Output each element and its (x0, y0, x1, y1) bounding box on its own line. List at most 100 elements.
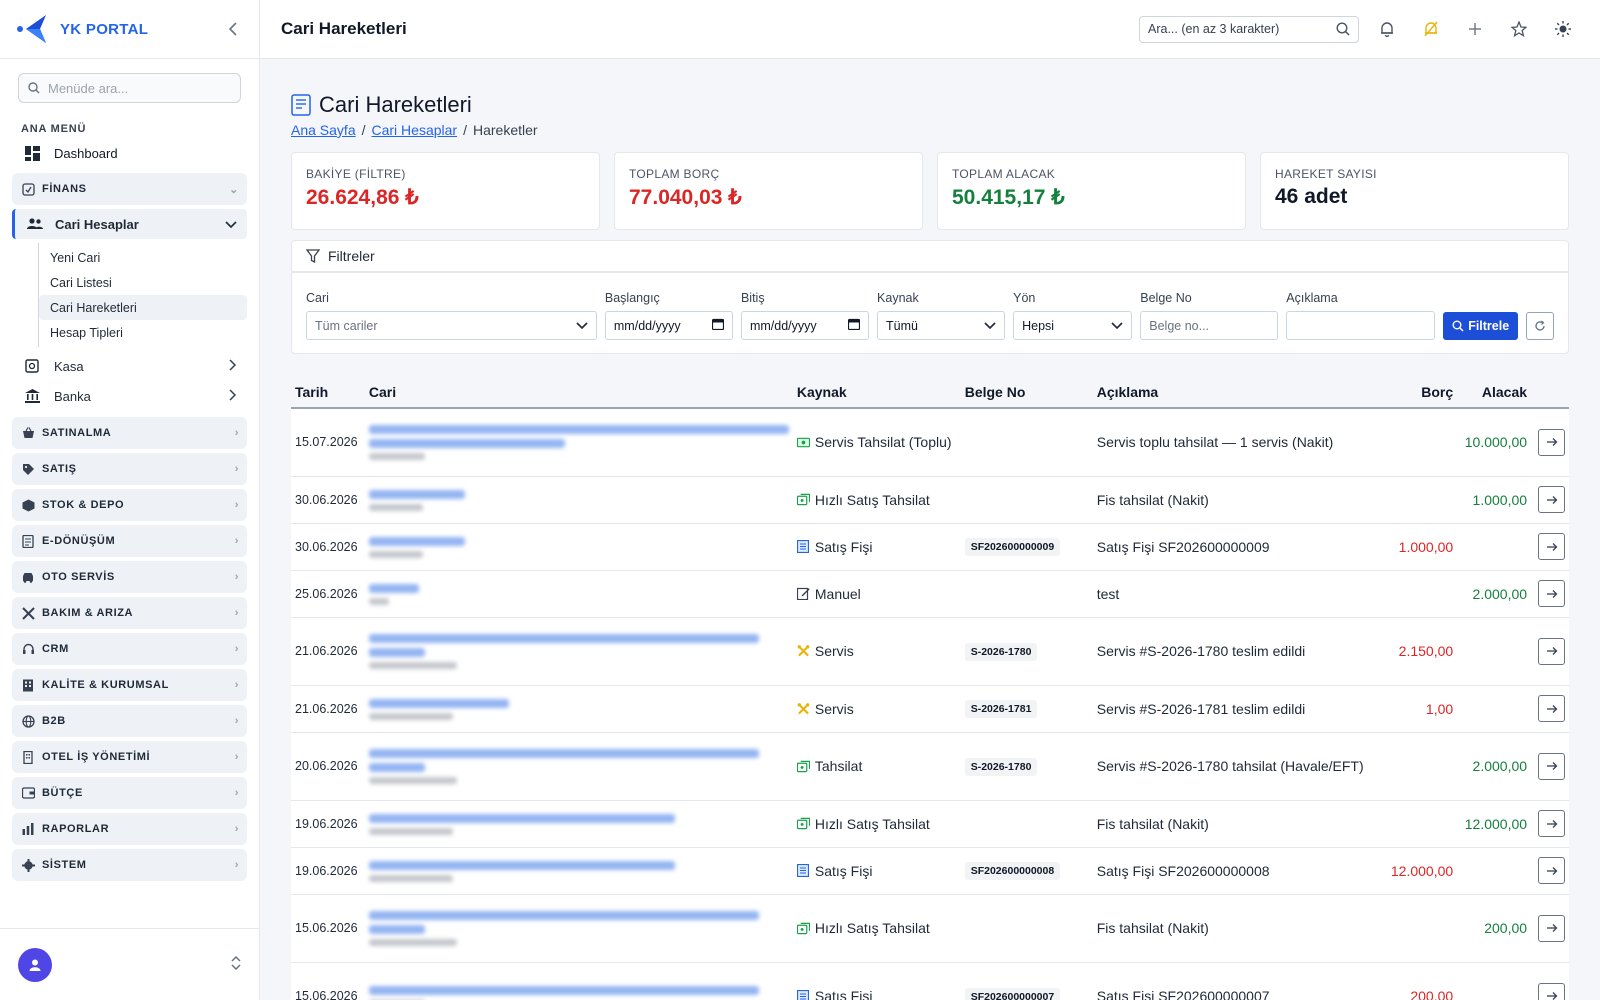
cari-name-link[interactable] (368, 634, 759, 643)
column-header[interactable]: Kaynak (792, 376, 961, 409)
table-row[interactable]: 20.06.2026 Tahsilat S-2026-1780 Servis #S-2… (291, 732, 1569, 801)
cari-name-link[interactable] (368, 648, 425, 657)
table-row[interactable]: 21.06.2026 Servis S-2026-1780 Servis #S-202… (291, 617, 1569, 686)
cari-name-link[interactable] (368, 425, 789, 435)
column-header[interactable]: Belge No (960, 376, 1093, 409)
filters-row: Cari Tüm cariler Başlangıç mm/dd/yyyy Bi… (292, 273, 1568, 340)
cari-name-link[interactable] (368, 860, 675, 870)
open-detail-button[interactable] (1538, 486, 1565, 513)
document-number-badge[interactable]: S-2026-1780 (964, 757, 1038, 776)
document-number-badge[interactable]: SF202600000008 (964, 862, 1061, 880)
calendar-icon[interactable] (711, 318, 725, 333)
column-header[interactable]: Açıklama (1092, 376, 1387, 409)
sidebar-item-hesap-tipleri[interactable]: Hesap Tipleri (39, 320, 247, 345)
brand-logo[interactable] (16, 12, 50, 46)
column-header[interactable]: Borç (1386, 376, 1458, 409)
cari-name-link[interactable] (368, 536, 465, 546)
cari-name-link[interactable] (368, 489, 465, 499)
open-detail-button[interactable] (1538, 752, 1565, 780)
cari-name-link[interactable] (368, 925, 425, 934)
reset-filters-button[interactable] (1526, 312, 1554, 340)
sidebar-item-cari-hareketleri[interactable]: Cari Hareketleri (39, 295, 247, 320)
sidebar-section-sistem[interactable]: SİSTEM › (12, 849, 247, 881)
sun-icon[interactable] (1547, 13, 1579, 45)
document-number-badge[interactable]: SF202600000009 (964, 538, 1061, 556)
cari-name-link[interactable] (368, 583, 419, 593)
end-date-input[interactable]: mm/dd/yyyy (740, 311, 870, 340)
cari-name-link[interactable] (368, 698, 509, 708)
sidebar-section-finans[interactable]: FİNANS ⌄ (12, 173, 247, 205)
sidebar-section-edonusum[interactable]: E-DÖNÜŞÜM › (12, 525, 247, 557)
document-number-badge[interactable]: SF202600000007 (964, 987, 1061, 1000)
sidebar-section-satinalma[interactable]: SATINALMA › (12, 417, 247, 449)
stat-card-total-credit: TOPLAM ALACAK 50.415,17 ₺ (937, 152, 1246, 230)
table-row[interactable]: 15.06.2026 Hızlı Satış Tahsilat Fis tahsil… (291, 894, 1569, 963)
menu-search-input[interactable]: Menüde ara... (18, 73, 241, 103)
sidebar-item-kasa[interactable]: Kasa (12, 351, 247, 381)
filter-button[interactable]: Filtrele (1443, 312, 1519, 340)
column-header[interactable]: Cari (364, 376, 793, 409)
open-detail-button[interactable] (1538, 857, 1565, 884)
sidebar-section-crm[interactable]: CRM › (12, 633, 247, 665)
sidebar-section-bakim[interactable]: BAKIM & ARIZA › (12, 597, 247, 629)
breadcrumb-home-link[interactable]: Ana Sayfa (291, 122, 356, 138)
open-detail-button[interactable] (1538, 914, 1565, 942)
start-date-input[interactable]: mm/dd/yyyy (604, 311, 733, 340)
column-header[interactable]: Alacak (1457, 376, 1532, 409)
collapse-sidebar-button[interactable] (223, 19, 243, 39)
open-detail-button[interactable] (1538, 580, 1565, 607)
sidebar-item-cari-listesi[interactable]: Cari Listesi (39, 270, 247, 295)
open-detail-button[interactable] (1538, 428, 1565, 456)
sidebar-item-dashboard[interactable]: Dashboard (12, 139, 247, 167)
sidebar-section-oto-servis[interactable]: OTO SERVİS › (12, 561, 247, 593)
breadcrumb-cari-hesaplar-link[interactable]: Cari Hesaplar (372, 122, 458, 138)
table-row[interactable]: 30.06.2026 Hızlı Satış Tahsilat Fis tahsil… (291, 476, 1569, 524)
star-icon[interactable] (1503, 13, 1535, 45)
belge-no-input[interactable]: Belge no... (1140, 311, 1279, 340)
open-detail-button[interactable] (1538, 810, 1565, 837)
sidebar-section-raporlar[interactable]: RAPORLAR › (12, 813, 247, 845)
table-row[interactable]: 15.07.2026 Servis Tahsilat (Toplu) Servis … (291, 408, 1569, 477)
plus-icon[interactable] (1459, 13, 1491, 45)
open-detail-button[interactable] (1538, 982, 1565, 1000)
cari-name-link[interactable] (368, 911, 759, 920)
aciklama-input[interactable] (1286, 311, 1436, 340)
avatar[interactable] (18, 947, 52, 982)
table-row[interactable]: 19.06.2026 Hızlı Satış Tahsilat Fis tahsil… (291, 800, 1569, 848)
sidebar-item-banka[interactable]: Banka (12, 381, 247, 411)
document-number-badge[interactable]: S-2026-1780 (964, 642, 1038, 661)
cari-name-link[interactable] (368, 986, 759, 995)
cari-select[interactable]: Tüm cariler (306, 311, 597, 340)
open-detail-button[interactable] (1538, 637, 1565, 665)
calendar-icon[interactable] (847, 318, 861, 333)
table-row[interactable]: 19.06.2026 Satış Fişi SF202600000008 Satış … (291, 847, 1569, 895)
document-number-badge[interactable]: S-2026-1781 (964, 700, 1038, 718)
cari-name-link[interactable] (368, 439, 565, 449)
expand-collapse-icon[interactable] (231, 955, 241, 973)
sidebar-section-b2b[interactable]: B2B › (12, 705, 247, 737)
cari-name-link[interactable] (368, 763, 425, 772)
sidebar-item-yeni-cari[interactable]: Yeni Cari (39, 245, 247, 270)
table-row[interactable]: 30.06.2026 Satış Fişi SF202600000009 Satış … (291, 523, 1569, 571)
yon-select[interactable]: Hepsi (1013, 311, 1133, 340)
sidebar-section-otel[interactable]: OTEL İŞ YÖNETİMİ › (12, 741, 247, 773)
bell-icon[interactable] (1371, 13, 1403, 45)
cari-name-link[interactable] (368, 749, 759, 758)
section-label: OTEL İŞ YÖNETİMİ (42, 751, 151, 763)
sidebar-section-kalite[interactable]: KALİTE & KURUMSAL › (12, 669, 247, 701)
kaynak-select[interactable]: Tümü (877, 311, 1006, 340)
table-row[interactable]: 25.06.2026 Manuel test 2.000,00 (291, 570, 1569, 618)
sidebar-section-butce[interactable]: BÜTÇE › (12, 777, 247, 809)
global-search-input[interactable]: Ara... (en az 3 karakter) (1139, 15, 1359, 43)
sidebar-item-cari-hesaplar[interactable]: Cari Hesaplar (12, 209, 247, 239)
sidebar-section-stok[interactable]: STOK & DEPO › (12, 489, 247, 521)
bell-off-icon[interactable] (1415, 13, 1447, 45)
open-detail-button[interactable] (1538, 695, 1565, 722)
open-detail-button[interactable] (1538, 533, 1565, 560)
filters-header[interactable]: Filtreler (292, 241, 1568, 273)
table-row[interactable]: 15.06.2026 Satış Fişi SF202600000007 Satış … (291, 962, 1569, 1000)
sidebar-section-satis[interactable]: SATIŞ › (12, 453, 247, 485)
cari-name-link[interactable] (368, 813, 675, 823)
table-row[interactable]: 21.06.2026 Servis S-2026-1781 Servis #S-202… (291, 685, 1569, 733)
column-header[interactable]: Tarih (291, 376, 365, 409)
